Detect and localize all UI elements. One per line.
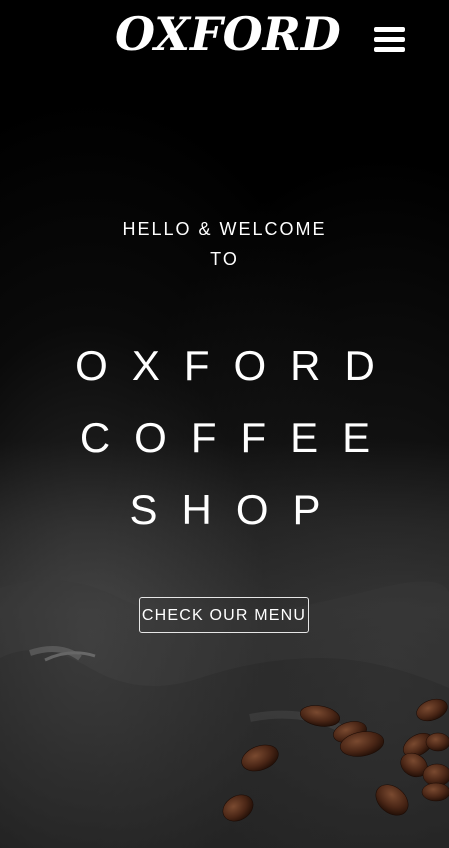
welcome-line-1: HELLO & WELCOME — [122, 219, 327, 239]
hero-headline: OXFORD COFFEE SHOP — [40, 330, 410, 546]
site-header: OXFORD — [0, 0, 449, 80]
hamburger-menu-icon[interactable] — [372, 25, 406, 55]
landing-page: OXFORD HELLO & WELCOME TO OXFORD COFFEE … — [0, 0, 449, 848]
site-logo[interactable]: OXFORD — [115, 6, 341, 62]
check-menu-button[interactable]: CHECK OUR MENU — [139, 597, 309, 633]
welcome-text: HELLO & WELCOME TO — [100, 214, 349, 274]
menu-bar — [374, 37, 405, 42]
headline-line-2: COFFEE — [79, 414, 395, 461]
menu-bar — [374, 27, 405, 32]
headline-line-1: OXFORD — [75, 342, 399, 389]
coffee-beans-image — [222, 698, 449, 822]
headline-line-3: SHOP — [129, 486, 345, 533]
welcome-line-2: TO — [210, 249, 239, 269]
menu-bar — [374, 47, 405, 52]
